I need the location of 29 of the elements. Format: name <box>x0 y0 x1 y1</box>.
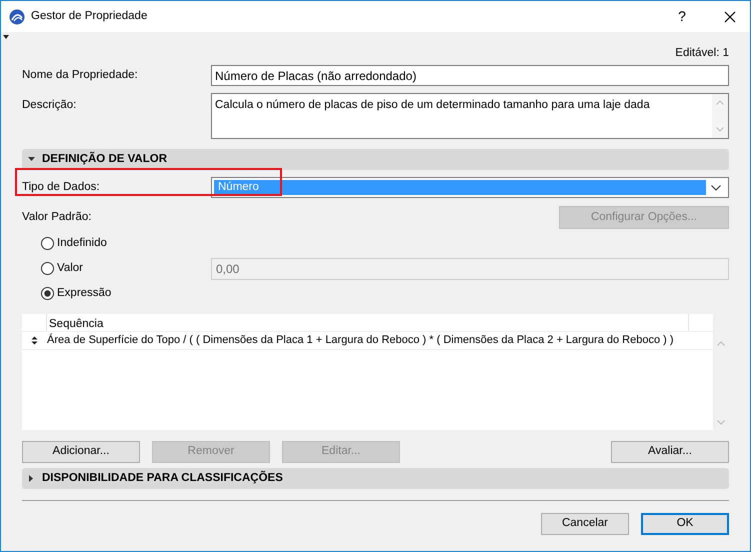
drag-handle-icon[interactable] <box>31 336 38 345</box>
chevron-down-icon <box>711 184 721 190</box>
field-label: Descrição: <box>22 98 78 113</box>
radio-label[interactable]: Expressão <box>57 284 112 302</box>
app-logo-icon <box>9 8 25 24</box>
radio-button[interactable] <box>41 237 54 250</box>
caret-icon <box>28 156 35 163</box>
editable-count: Editável: 1 <box>675 46 729 61</box>
radio-button[interactable] <box>41 287 54 300</box>
caret-icon <box>28 475 35 482</box>
table-cell-text: Área de Superfície do Topo / ( ( Dimensões da Placa 1 + Largura do Reboco ) * ( Dimensões da Placa 2 + Largura do Reboco ) ) <box>47 332 674 348</box>
field-label: Nome da Propriedade: <box>22 68 139 83</box>
add-button[interactable]: Adicionar... <box>22 441 140 463</box>
close-icon <box>724 10 736 22</box>
column-header: Sequência <box>47 314 689 331</box>
radio-button[interactable] <box>41 262 54 275</box>
cancel-button[interactable]: Cancelar <box>541 513 629 535</box>
window-title: Gestor de Propriedade <box>31 8 148 24</box>
radio-label[interactable]: Valor <box>57 260 83 278</box>
ok-button[interactable]: OK <box>641 513 729 535</box>
section-header[interactable]: DISPONIBILIDADE PARA CLASSIFICAÇÕES <box>22 468 729 489</box>
dropdown-triangle-icon[interactable] <box>3 35 9 39</box>
field-label: Valor Padrão: <box>22 210 92 225</box>
help-button[interactable]: ? <box>662 6 702 27</box>
radio-label[interactable]: Indefinido <box>57 234 107 252</box>
evaluate-button[interactable]: Avaliar... <box>611 441 729 463</box>
name-field[interactable]: Número de Placas (não arredondado) <box>211 65 729 86</box>
section-header[interactable]: DEFINIÇÃO DE VALOR <box>22 149 729 170</box>
field-label: Tipo de Dados: <box>22 180 101 195</box>
